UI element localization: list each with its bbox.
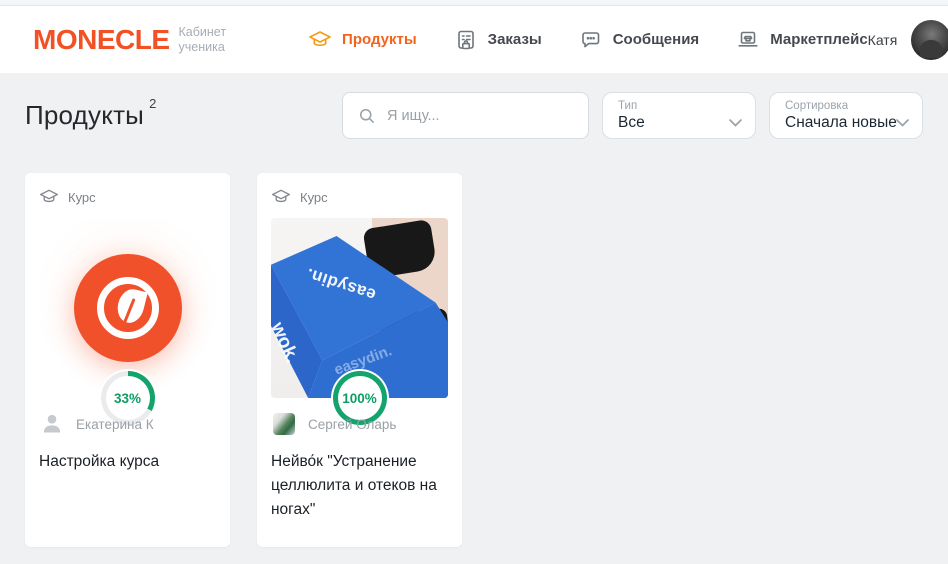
user-menu[interactable]: Катя <box>868 20 948 60</box>
logo-subtitle-line2: ученика <box>179 40 225 54</box>
type-filter-label: Тип <box>618 100 742 112</box>
author-row: Сергей Оларь <box>257 411 462 437</box>
author-avatar-photo <box>271 411 297 437</box>
logo-subtitle-line1: Кабинет <box>179 25 227 39</box>
product-title: Нейво́к "Устранение целлюлита и отеков н… <box>257 437 462 522</box>
product-card[interactable]: Курс 33% Екатерина К Настройка курса <box>25 173 230 547</box>
product-title: Настройка курса <box>25 437 230 474</box>
course-cap-icon <box>271 187 291 207</box>
nav-item-label: Сообщения <box>613 31 699 48</box>
products-count-badge: 2 <box>149 96 156 111</box>
header: MONECLE Кабинет ученика Продукты Заказы <box>0 6 948 73</box>
type-filter-value: Все <box>618 114 742 132</box>
author-name: Екатерина К <box>76 417 154 432</box>
nav-item-products[interactable]: Продукты <box>308 28 417 52</box>
nav-item-marketplace[interactable]: Маркетплейс <box>736 28 867 52</box>
toolbar: Продукты2 Тип Все Сортировка Сна <box>25 92 923 139</box>
author-avatar-icon <box>39 411 65 437</box>
chat-bubble-icon <box>579 28 603 52</box>
logo-text: MONECLE <box>33 24 170 56</box>
logo[interactable]: MONECLE Кабинет ученика <box>33 24 226 56</box>
marketplace-laptop-icon <box>736 28 760 52</box>
main-nav: Продукты Заказы Сообщения <box>308 28 868 52</box>
nav-item-label: Маркетплейс <box>770 31 867 48</box>
search-box[interactable] <box>342 92 589 139</box>
author-row: Екатерина К <box>25 411 230 437</box>
sort-dropdown[interactable]: Сортировка Сначала новые <box>769 92 923 139</box>
chevron-down-icon <box>896 114 909 122</box>
progress-value: 100% <box>342 391 377 406</box>
nav-item-label: Заказы <box>488 31 542 48</box>
page-title: Продукты2 <box>25 100 157 131</box>
author-name: Сергей Оларь <box>308 417 396 432</box>
type-filter-dropdown[interactable]: Тип Все <box>602 92 756 139</box>
graduation-cap-icon <box>308 28 332 52</box>
user-name: Катя <box>868 32 898 48</box>
product-card[interactable]: Курс easydin. wok. easydin. 100% Сергей … <box>257 173 462 547</box>
main-content: Продукты2 Тип Все Сортировка Сна <box>0 92 948 547</box>
sort-value: Сначала новые <box>785 114 909 132</box>
course-cap-icon <box>39 187 59 207</box>
nav-item-label: Продукты <box>342 31 417 48</box>
nav-item-messages[interactable]: Сообщения <box>579 28 699 52</box>
sort-label: Сортировка <box>785 100 909 112</box>
logo-subtitle: Кабинет ученика <box>179 25 227 55</box>
avatar[interactable] <box>911 20 948 60</box>
search-icon <box>357 106 377 126</box>
page-title-text: Продукты <box>25 100 144 130</box>
product-type-label: Курс <box>300 190 328 205</box>
nav-item-orders[interactable]: Заказы <box>454 28 542 52</box>
course-logo <box>74 254 182 362</box>
filter-controls: Тип Все Сортировка Сначала новые <box>342 92 923 139</box>
product-type-label: Курс <box>68 190 96 205</box>
products-grid: Курс 33% Екатерина К Настройка курса <box>25 173 923 547</box>
chevron-down-icon <box>729 114 742 122</box>
search-input[interactable] <box>387 108 574 124</box>
product-type: Курс <box>25 173 230 207</box>
progress-value: 33% <box>114 391 141 406</box>
product-type: Курс <box>257 173 462 207</box>
orders-lock-icon <box>454 28 478 52</box>
